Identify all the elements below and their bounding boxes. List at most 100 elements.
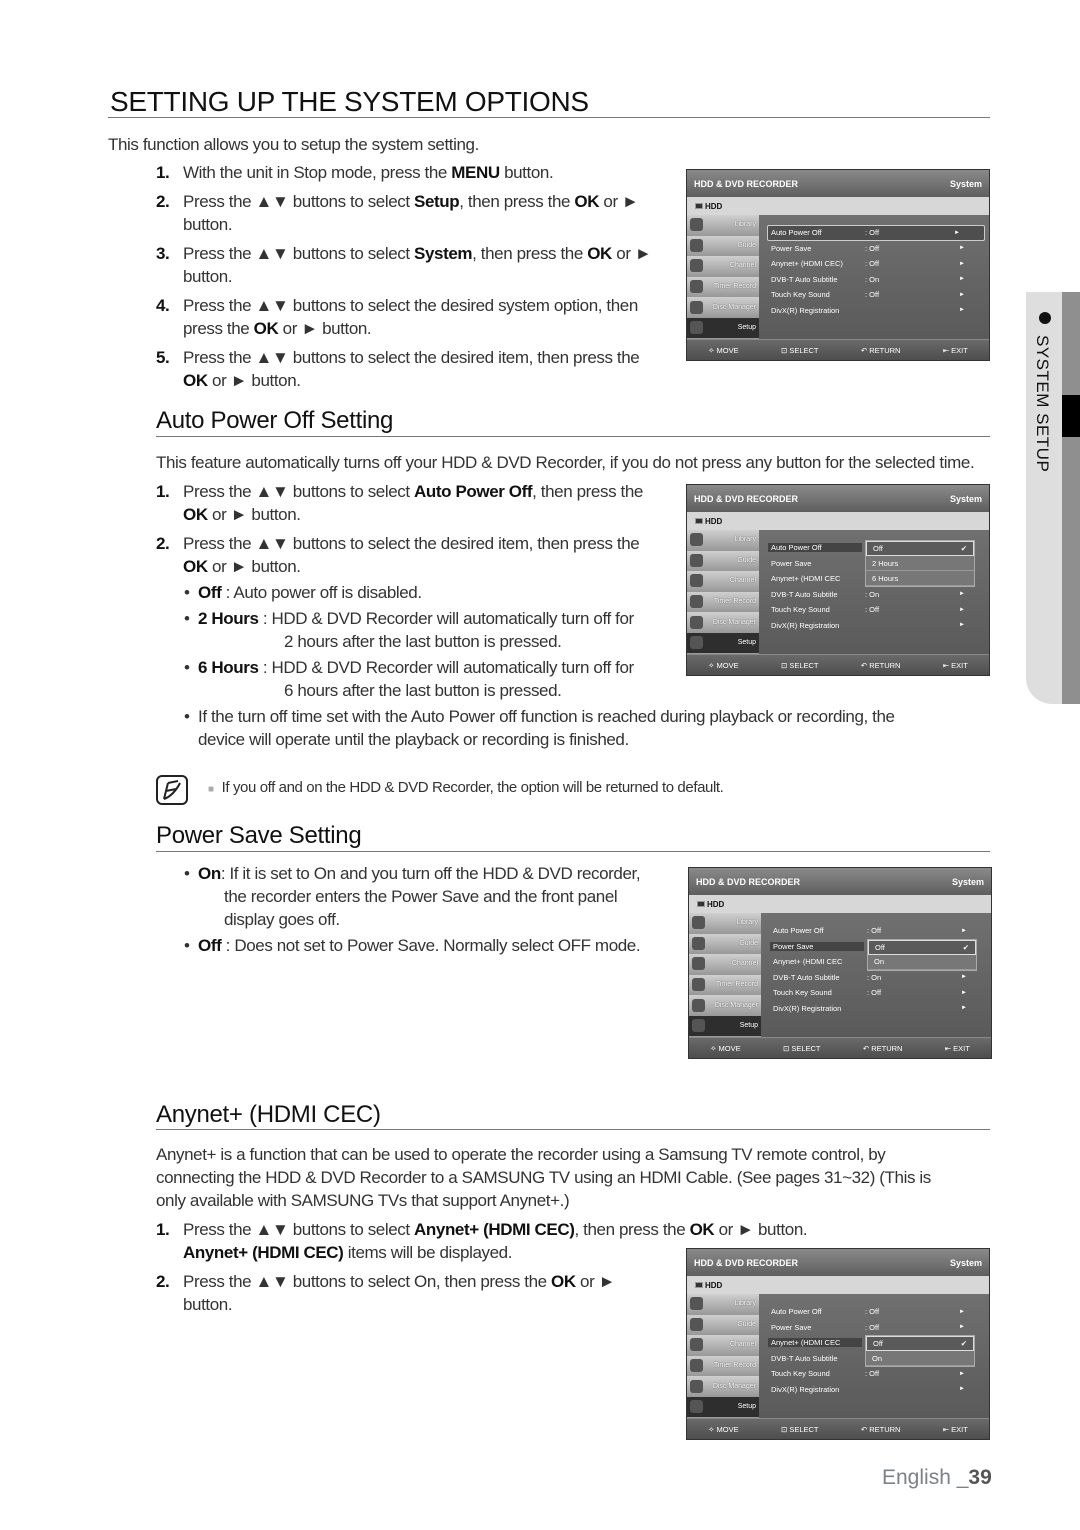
desc-line: Anynet+ is a function that can be used t… [156, 1145, 886, 1164]
guide-icon [692, 936, 705, 950]
osd-sidebar-item[interactable]: Guide [687, 550, 759, 572]
osd-sidebar-item[interactable]: Library [689, 913, 761, 934]
osd-footer-item: ✧ MOVE [708, 1425, 738, 1434]
osd-sidebar-label: Channel [729, 1341, 756, 1349]
osd-sidebar-item[interactable]: Library [687, 530, 759, 551]
osd-row-label: DivX(R) Registration [771, 1384, 840, 1394]
osd-sidebar-item[interactable]: Timer Record [687, 276, 759, 298]
osd-menu-row[interactable]: Touch Key Sound: Off ► [759, 1366, 989, 1382]
arrow-right-icon: ► [959, 307, 965, 314]
osd-menu-row[interactable]: DVB-T Auto Subtitle: On ► [759, 587, 989, 603]
osd-row-label: DivX(R) Registration [771, 305, 840, 315]
arrow-right-icon: ► [959, 260, 965, 267]
osd-menu-row[interactable]: DVB-T Auto Subtitle: On ► [761, 970, 991, 986]
text-line: press the OK or ► button. [183, 319, 372, 338]
setup-icon [690, 321, 703, 335]
osd-footer-item: ↶ RETURN [861, 661, 901, 670]
osd-menu-row[interactable]: DivX(R) Registration ► [759, 618, 989, 634]
osd-footer-label: SELECT [789, 1425, 819, 1434]
osd-menu-row[interactable]: Power Save: Off ► [759, 1320, 989, 1336]
osd-menu-row[interactable]: DivX(R) Registration ► [761, 1001, 991, 1017]
osd-sidebar-item[interactable]: Setup [687, 632, 759, 654]
osd-menu-row[interactable]: DVB-T Auto Subtitle: On ► [759, 272, 989, 288]
osd-menu-row[interactable]: Touch Key Sound: Off ► [759, 602, 989, 618]
osd-sidebar-item[interactable]: Setup [687, 317, 759, 339]
osd-title: HDD & DVD RECORDER [694, 178, 799, 189]
bold-term: OK [574, 192, 600, 211]
osd-sidebar-item[interactable]: Guide [689, 933, 761, 955]
osd-sidebar: Library Guide Channel Timer Record Disc Mana… [687, 530, 759, 654]
osd-row-label: Anynet+ (HDMI CEC [771, 574, 841, 584]
osd-menu-row[interactable]: Anynet+ (HDMI CEC): Off ► [759, 256, 989, 272]
bullet-dot: • [184, 864, 190, 883]
osd-menu-row[interactable]: Touch Key Sound: Off ► [761, 985, 991, 1001]
osd-sidebar-item[interactable]: Channel [687, 571, 759, 592]
osd-popup-option[interactable]: 6 Hours [866, 571, 974, 586]
osd-menu-row[interactable]: Auto Power Off: Off ► [761, 923, 991, 939]
text-line: 5. Press the ▲▼ buttons to select the des… [156, 348, 640, 367]
osd-sidebar-item[interactable]: Guide [687, 235, 759, 257]
library-icon [692, 916, 705, 930]
osd-sidebar-item[interactable]: Channel [687, 1335, 759, 1356]
osd-popup-option[interactable]: Off ✔ [866, 1336, 974, 1351]
osd-popup-option[interactable]: 2 Hours [866, 556, 974, 571]
arrow-right-icon: ► [959, 1324, 965, 1331]
osd-sidebar-item[interactable]: Timer Record [687, 1355, 759, 1377]
osd-menu-row[interactable]: Power Save: Off ► [759, 241, 989, 257]
osd-sidebar-item[interactable]: Setup [689, 1015, 761, 1037]
osd-popup-option[interactable]: On [868, 955, 976, 970]
bold-term: On [198, 864, 221, 883]
bold-term: OK [183, 371, 208, 390]
disc-manager-icon [690, 300, 703, 314]
osd-sidebar-label: Disc Manager [712, 618, 756, 626]
osd-row-label: Anynet+ (HDMI CEC [773, 957, 843, 967]
osd-header: HDD & DVD RECORDER System [687, 485, 989, 512]
osd-popup: Off ✔ On [865, 1335, 975, 1367]
osd-sidebar-item[interactable]: Disc Manager [687, 297, 759, 318]
osd-menu: Auto Power Off: Off ► Power Save: Off ► Anyn… [759, 215, 989, 339]
auto-power-desc: This feature automatically turns off you… [156, 453, 975, 472]
osd-sidebar-item[interactable]: Disc Manager [689, 995, 761, 1016]
osd-sidebar-item[interactable]: Library [687, 1294, 759, 1315]
osd-menu-row[interactable]: Touch Key Sound: Off ► [759, 287, 989, 303]
osd-footer-item: ⊡ SELECT [781, 661, 819, 670]
osd-popup-option[interactable]: On [866, 1351, 974, 1366]
osd-sidebar-item[interactable]: Guide [687, 1314, 759, 1336]
bold-term: 2 Hours [198, 609, 259, 628]
anynet-desc: Anynet+ is a function that can be used t… [156, 1143, 931, 1212]
step-number: 1. [156, 163, 170, 182]
osd-sidebar-item[interactable]: Library [687, 215, 759, 236]
footer-language: English _ [882, 1466, 969, 1489]
osd-section: System [949, 1257, 982, 1268]
osd-sidebar-item[interactable]: Disc Manager [687, 612, 759, 633]
bullet-dot: • [184, 707, 190, 726]
bold-term: Setup [414, 192, 460, 211]
step-number: 2. [156, 192, 170, 211]
osd-sidebar-label: Channel [731, 960, 758, 968]
bullet-item: • If the turn off time set with the Auto … [184, 705, 895, 751]
step-number: 5. [156, 348, 170, 367]
osd-sidebar: Library Guide Channel Timer Record Disc Mana… [689, 913, 761, 1037]
osd-popup-option[interactable]: Off ✔ [866, 541, 974, 556]
title-rule [108, 117, 990, 118]
bold-term: OK [253, 319, 279, 338]
osd-menu-row[interactable]: DivX(R) Registration ► [759, 303, 989, 319]
text-line: • Off : Does not set to Power Save. Norma… [184, 936, 641, 955]
osd-sidebar-item[interactable]: Timer Record [687, 591, 759, 613]
osd-sidebar-item[interactable]: Timer Record [689, 974, 761, 996]
osd-row-value: : Off [865, 605, 880, 615]
osd-sidebar-item[interactable]: Disc Manager [687, 1376, 759, 1397]
osd-menu-row[interactable]: Auto Power Off: Off ► [767, 225, 985, 241]
osd-sidebar-item[interactable]: Setup [687, 1396, 759, 1418]
osd-option-label: On [874, 957, 885, 966]
osd-popup-option[interactable]: Off ✔ [868, 939, 976, 955]
osd-row-label: Anynet+ (HDMI CEC) [771, 259, 843, 269]
osd-menu-row[interactable]: Auto Power Off: Off ► [759, 1304, 989, 1320]
step-item: 1. Press the ▲▼ buttons to select Auto Po… [156, 480, 643, 526]
timer-record-icon [690, 1359, 703, 1373]
osd-footer-label: MOVE [716, 346, 739, 355]
osd-sidebar-item[interactable]: Channel [689, 954, 761, 975]
osd-sidebar-label: Disc Manager [712, 1382, 756, 1390]
osd-menu-row[interactable]: DivX(R) Registration ► [759, 1382, 989, 1398]
osd-sidebar-item[interactable]: Channel [687, 256, 759, 277]
